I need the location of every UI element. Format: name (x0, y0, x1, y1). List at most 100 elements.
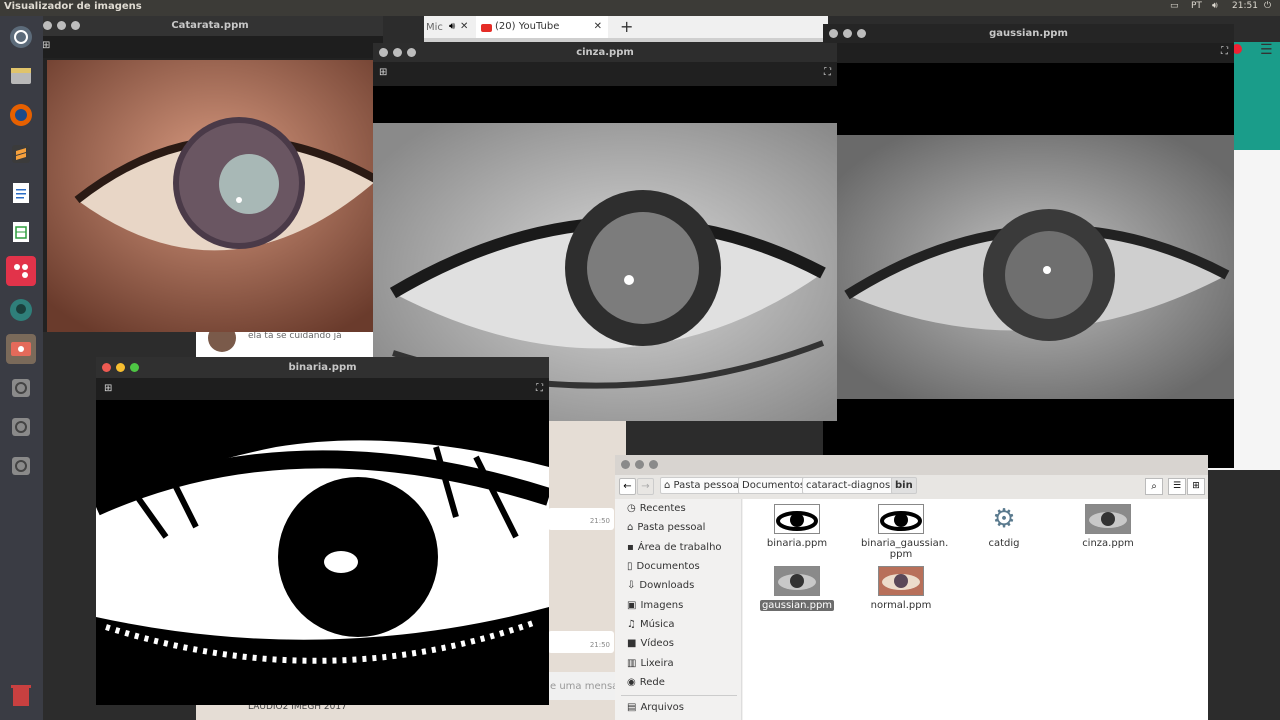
window-titlebar[interactable]: gaussian.ppm (823, 24, 1234, 43)
search-icon[interactable]: ⌕ (1145, 478, 1163, 495)
top-panel: Visualizador de imagens ▭ PT 🔊︎ 21:51 ⏻ (0, 0, 1280, 16)
calc-icon[interactable] (6, 217, 36, 247)
catarata-eye-image (47, 60, 383, 332)
trash-icon[interactable] (6, 680, 36, 710)
sidebar-item-musica[interactable]: ♫ Música (627, 619, 675, 630)
sidebar-item-downloads[interactable]: ⇩ Downloads (627, 580, 694, 591)
ubuntu-icon[interactable] (6, 22, 36, 52)
launcher (0, 16, 43, 720)
viewer-toolbar: ⊞ (37, 36, 383, 58)
window-title: Catarata.ppm (171, 20, 249, 31)
close-icon[interactable]: ✕ (460, 21, 468, 32)
viewer-toolbar: ⊞ ⛶ (373, 62, 837, 86)
browser-tabbar: Mic 🔊︎ ✕ (20) YouTube ✕ + (424, 16, 828, 42)
gray-thumbnail (774, 566, 820, 596)
color-thumbnail (878, 566, 924, 596)
chat-message: ela tá se cuidando já (248, 331, 342, 341)
window-controls[interactable] (43, 21, 80, 30)
window-controls[interactable] (829, 29, 866, 38)
fullscreen-icon[interactable]: ⛶ (1221, 46, 1228, 57)
catarata-window: Catarata.ppm ⊞ (37, 16, 383, 332)
add-icon[interactable]: ⊞ (42, 40, 50, 51)
files-icon[interactable] (6, 61, 36, 91)
file-item[interactable]: binaria.ppm (757, 504, 837, 549)
disk-icon[interactable] (6, 451, 36, 481)
gear-icon: ⚙ (992, 504, 1016, 534)
fullscreen-icon[interactable]: ⛶ (536, 383, 543, 394)
file-item[interactable]: binaria_gaussian. ppm (861, 504, 948, 560)
volume-icon[interactable]: 🔊︎ (1212, 1, 1218, 11)
grid-view-icon[interactable]: ⊞ (1187, 478, 1205, 495)
breadcrumb-item-cataract-diagnosis[interactable]: cataract-diagnosis (802, 477, 903, 494)
window-icon[interactable]: ▭ (1170, 1, 1179, 11)
gray-thumbnail (1085, 504, 1131, 534)
network-icon: ◉ (627, 677, 636, 688)
music-icon: ♫ (627, 619, 636, 630)
breadcrumb-item-documentos[interactable]: Documentos (738, 477, 810, 494)
sidebar-item-recentes[interactable]: ◷ Recentes (627, 503, 686, 514)
new-tab-button[interactable]: + (620, 17, 633, 36)
desktop-icon: ▪ (627, 542, 634, 553)
close-icon[interactable]: ✕ (594, 21, 602, 32)
forward-button[interactable]: → (637, 478, 654, 495)
file-item[interactable]: ⚙ catdig (964, 504, 1044, 549)
sidebar-item-area-de-trabalho[interactable]: ▪ Área de trabalho (627, 542, 722, 553)
message-input[interactable]: e uma mensag (550, 681, 625, 692)
window-titlebar[interactable]: Catarata.ppm (37, 16, 383, 36)
gaussian-eye-image (837, 135, 1234, 399)
close-button[interactable] (102, 363, 111, 372)
minimize-button[interactable] (116, 363, 125, 372)
back-button[interactable]: ← (619, 478, 636, 495)
file-item[interactable]: gaussian.ppm (757, 566, 837, 611)
youtube-icon (481, 24, 492, 32)
sidebar-item-documentos[interactable]: ▯ Documentos (627, 561, 700, 572)
message-time: 21:50 (589, 641, 610, 649)
file-item[interactable]: normal.ppm (861, 566, 941, 611)
window-controls[interactable] (102, 363, 139, 372)
window-controls[interactable] (621, 460, 658, 469)
list-view-icon[interactable]: ☰ (1168, 478, 1186, 495)
window-controls[interactable] (379, 48, 416, 57)
add-icon[interactable]: ⊞ (104, 383, 112, 394)
viewer-toolbar: ⊞ ⛶ (96, 378, 549, 400)
window-title: cinza.ppm (576, 47, 634, 58)
sidebar-item-videos[interactable]: ■ Vídeos (627, 638, 674, 649)
window-titlebar[interactable]: binaria.ppm (96, 357, 549, 378)
document-icon: ▯ (627, 561, 633, 572)
app-title: Visualizador de imagens (4, 1, 142, 12)
file-item[interactable]: cinza.ppm (1068, 504, 1148, 549)
writer-icon[interactable] (6, 178, 36, 208)
maximize-button[interactable] (130, 363, 139, 372)
window-title: binaria.ppm (288, 362, 357, 373)
breadcrumb-item-bin[interactable]: bin (891, 477, 917, 494)
disk-icon[interactable] (6, 373, 36, 403)
sublime-icon[interactable] (6, 139, 36, 169)
sidebar-item-pasta-pessoal[interactable]: ⌂ Pasta pessoal (627, 522, 705, 533)
language-indicator[interactable]: PT (1191, 1, 1202, 11)
menu-icon[interactable]: ☰ (1260, 42, 1273, 58)
breadcrumb-item-pasta-pessoal[interactable]: ⌂ Pasta pessoal (660, 477, 746, 494)
home-icon: ⌂ (627, 522, 634, 533)
speaker-icon[interactable]: 🔊︎ (449, 21, 455, 32)
drive-icon: ▤ (627, 702, 637, 713)
binary-thumbnail (774, 504, 820, 534)
firefox-icon[interactable] (6, 100, 36, 130)
binary-thumbnail (878, 504, 924, 534)
sidebar-item-rede[interactable]: ◉ Rede (627, 677, 665, 688)
fullscreen-icon[interactable]: ⛶ (824, 67, 831, 78)
flowchart-icon[interactable] (6, 256, 36, 286)
browser-tab-partial[interactable]: Mic (426, 22, 443, 33)
clock[interactable]: 21:51 (1232, 1, 1258, 11)
add-icon[interactable]: ⊞ (379, 67, 387, 78)
git-icon[interactable] (6, 295, 36, 325)
disk-icon[interactable] (6, 412, 36, 442)
sidebar-item-lixeira[interactable]: ▥ Lixeira (627, 658, 674, 669)
sidebar-item-imagens[interactable]: ▣ Imagens (627, 600, 683, 611)
trash-icon: ▥ (627, 658, 637, 669)
clock-icon: ◷ (627, 503, 636, 514)
image-viewer-icon[interactable] (6, 334, 36, 364)
window-titlebar[interactable] (615, 455, 1208, 475)
sidebar-item-arquivos[interactable]: ▤ Arquivos (627, 702, 684, 713)
power-icon[interactable]: ⏻ (1264, 1, 1271, 11)
window-titlebar[interactable]: cinza.ppm (373, 43, 837, 62)
